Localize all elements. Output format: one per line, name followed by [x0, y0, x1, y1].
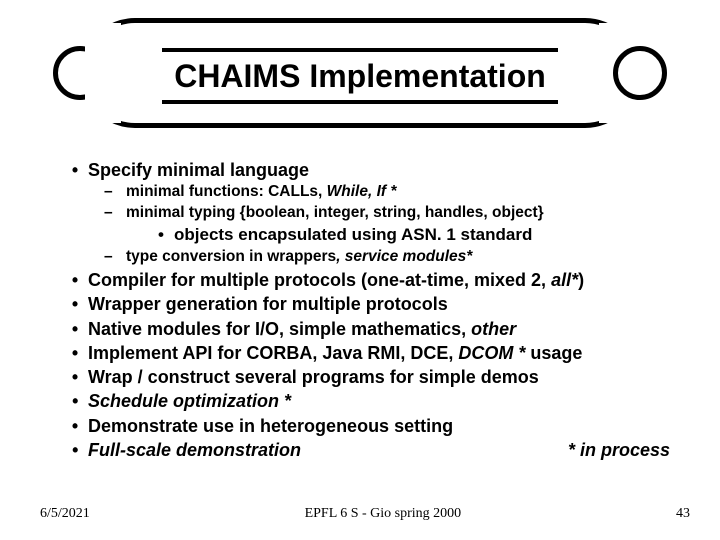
bullet-2-pre: Compiler for multiple protocols (one-at-…	[88, 270, 551, 290]
bullet-1b-text: minimal typing {boolean, integer, string…	[126, 203, 680, 224]
bullet-3: • Wrapper generation for multiple protoc…	[62, 292, 680, 316]
bullet-1a: – minimal functions: CALLs, While, If *	[104, 182, 680, 203]
bullet-4-italic: other	[471, 319, 516, 339]
bullet-1d-italic: , service modules*	[336, 248, 472, 265]
bullet-1d-text: type conversion in wrappers, service mod…	[126, 247, 680, 268]
bullet-1c-text: objects encapsulated using ASN. 1 standa…	[174, 224, 680, 247]
bullet-9-note: * in process	[568, 438, 680, 462]
bullet-1: • Specify minimal language	[62, 158, 680, 182]
bullet-5: • Implement API for CORBA, Java RMI, DCE…	[62, 341, 680, 365]
slide-title: CHAIMS Implementation	[162, 48, 558, 104]
title-shape: CHAIMS Implementation	[80, 18, 640, 128]
bullet-1c: • objects encapsulated using ASN. 1 stan…	[148, 224, 680, 247]
bullet-9-text: Full-scale demonstration * in process	[88, 438, 680, 462]
bullet-1a-pre: minimal functions: CALLs,	[126, 183, 327, 200]
bullet-dot: •	[148, 224, 174, 247]
bullet-dot: •	[62, 438, 88, 462]
bullet-1d-pre: type conversion in wrappers	[126, 248, 336, 265]
bullet-1-text: Specify minimal language	[88, 158, 680, 182]
bullet-6-text: Wrap / construct several programs for si…	[88, 365, 680, 389]
bullet-2-italic: all*	[551, 270, 578, 290]
bullet-dot: •	[62, 268, 88, 292]
bullet-6: • Wrap / construct several programs for …	[62, 365, 680, 389]
bullet-5-italic: DCOM *	[458, 343, 525, 363]
bullet-2-post: )	[578, 270, 584, 290]
bullet-dot: •	[62, 292, 88, 316]
bullet-8-text: Demonstrate use in heterogeneous setting	[88, 414, 680, 438]
footer-center: EPFL 6 S - Gio spring 2000	[90, 506, 676, 522]
bullet-2-text: Compiler for multiple protocols (one-at-…	[88, 268, 680, 292]
notch-mask-right	[599, 23, 635, 123]
bullet-8: • Demonstrate use in heterogeneous setti…	[62, 414, 680, 438]
bullet-7: • Schedule optimization *	[62, 389, 680, 413]
dash-icon: –	[104, 182, 126, 203]
bullet-1a-italic: While, If *	[327, 183, 397, 200]
bullet-5-text: Implement API for CORBA, Java RMI, DCE, …	[88, 341, 680, 365]
dash-icon: –	[104, 247, 126, 268]
dash-icon: –	[104, 203, 126, 224]
bullet-dot: •	[62, 389, 88, 413]
slide-body: • Specify minimal language – minimal fun…	[62, 158, 680, 462]
footer-page: 43	[676, 506, 690, 522]
bullet-9: • Full-scale demonstration * in process	[62, 438, 680, 462]
bullet-4: • Native modules for I/O, simple mathema…	[62, 317, 680, 341]
footer-date: 6/5/2021	[40, 506, 90, 522]
notch-mask-left	[85, 23, 121, 123]
bullet-4-text: Native modules for I/O, simple mathemati…	[88, 317, 680, 341]
bullet-dot: •	[62, 317, 88, 341]
bullet-4-pre: Native modules for I/O, simple mathemati…	[88, 319, 471, 339]
bullet-1a-text: minimal functions: CALLs, While, If *	[126, 182, 680, 203]
slide-footer: 6/5/2021 EPFL 6 S - Gio spring 2000 43	[40, 506, 690, 522]
bullet-5-pre: Implement API for CORBA, Java RMI, DCE,	[88, 343, 458, 363]
bullet-1d: – type conversion in wrappers, service m…	[104, 247, 680, 268]
bullet-dot: •	[62, 414, 88, 438]
bullet-dot: •	[62, 341, 88, 365]
bullet-9-label: Full-scale demonstration	[88, 438, 568, 462]
bullet-7-text: Schedule optimization *	[88, 389, 680, 413]
bullet-5-post: usage	[525, 343, 582, 363]
bullet-dot: •	[62, 365, 88, 389]
bullet-1b: – minimal typing {boolean, integer, stri…	[104, 203, 680, 224]
bullet-dot: •	[62, 158, 88, 182]
bullet-2: • Compiler for multiple protocols (one-a…	[62, 268, 680, 292]
bullet-3-text: Wrapper generation for multiple protocol…	[88, 292, 680, 316]
